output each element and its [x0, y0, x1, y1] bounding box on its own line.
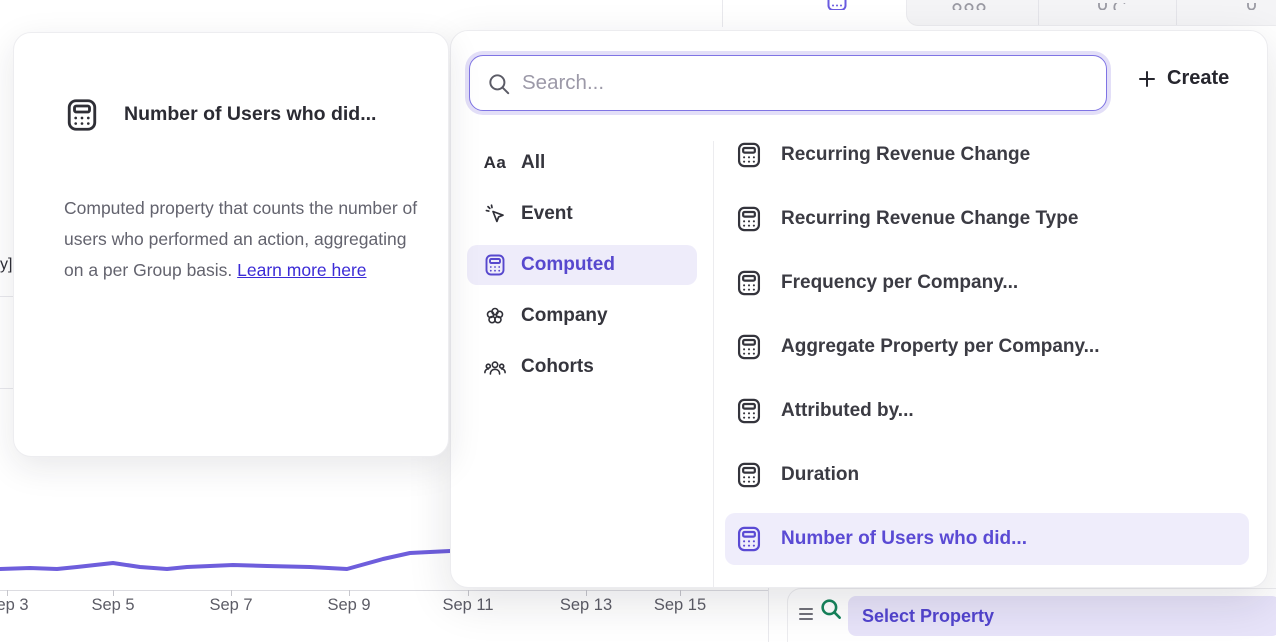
property-list-item[interactable]: Recurring Revenue Change Type	[725, 193, 1249, 245]
category-label: Company	[521, 305, 608, 327]
tooltip-description: Computed property that counts the number…	[64, 193, 420, 286]
category-event[interactable]: Event	[467, 194, 697, 234]
category-label: Cohorts	[521, 356, 594, 378]
text-format-icon: Aa	[483, 151, 507, 175]
background-divider	[0, 388, 14, 389]
background-text-fragment: y]	[0, 256, 12, 274]
search-icon	[818, 596, 844, 627]
screen: y] Sep 3 Sep 5 Sep 7 Sep 9 Sep 11 Sep 13 Sep 1…	[0, 0, 1276, 642]
category-computed[interactable]: Computed	[467, 245, 697, 285]
search-icon	[486, 71, 512, 97]
property-list-item[interactable]: Attributed by...	[725, 385, 1249, 437]
category-company[interactable]: Company	[467, 296, 697, 336]
property-picker-dropdown: Create Aa All Event	[450, 30, 1268, 588]
calculator-icon	[735, 269, 765, 297]
property-list-item[interactable]: Number of Users who did...	[725, 513, 1249, 565]
tab-line-chart[interactable]	[768, 0, 906, 27]
bottom-panel-divider	[768, 588, 769, 642]
calculator-icon	[735, 461, 765, 489]
select-property-button[interactable]: Select Property	[848, 596, 1276, 636]
company-flower-icon	[483, 304, 507, 328]
property-list-item[interactable]: Recurring Revenue Change	[725, 129, 1249, 181]
drag-handle-icon[interactable]	[799, 608, 813, 623]
category-label: Event	[521, 203, 573, 225]
plus-icon	[1137, 69, 1157, 89]
category-cohorts[interactable]: Cohorts	[467, 347, 697, 387]
calculator-icon	[483, 253, 507, 277]
cohorts-people-icon	[483, 355, 507, 379]
learn-more-link[interactable]: Learn more here	[237, 260, 366, 280]
category-list: Aa All Event	[467, 143, 697, 398]
event-click-icon	[483, 202, 507, 226]
x-axis-label: Sep 13	[551, 596, 621, 615]
property-item-label: Attributed by...	[781, 400, 914, 422]
search-input[interactable]	[520, 58, 1084, 108]
tab-divider	[1038, 0, 1039, 25]
create-button[interactable]: Create	[1137, 67, 1229, 90]
x-axis-label: Sep 5	[78, 596, 148, 615]
category-all[interactable]: Aa All	[467, 143, 697, 183]
property-list: Recurring Revenue Change Recurring Reven…	[725, 129, 1249, 577]
search-box	[469, 55, 1107, 111]
property-item-label: Frequency per Company...	[781, 272, 1018, 294]
bar-chart-tab-icon[interactable]	[949, 0, 993, 10]
select-property-row: Select Property	[787, 588, 1276, 642]
line-chart-tab-icon	[824, 0, 854, 10]
property-item-label: Number of Users who did...	[781, 528, 1027, 550]
property-list-item[interactable]: Duration	[725, 449, 1249, 501]
category-label: All	[521, 152, 545, 174]
header-divider	[722, 0, 723, 27]
property-item-label: Aggregate Property per Company...	[781, 336, 1100, 358]
calculator-icon	[735, 525, 765, 553]
x-axis-label: Sep 11	[433, 596, 503, 615]
calculator-icon	[735, 333, 765, 361]
calculator-icon	[735, 205, 765, 233]
category-label: Computed	[521, 254, 615, 276]
line-chart	[0, 520, 470, 595]
x-axis-label: Sep 7	[196, 596, 266, 615]
property-item-label: Recurring Revenue Change Type	[781, 208, 1078, 230]
inactive-tabs-group	[906, 0, 1276, 26]
x-axis-label: Sep 9	[314, 596, 384, 615]
background-divider	[0, 296, 14, 297]
x-axis-label: Sep 3	[0, 596, 42, 615]
property-item-label: Recurring Revenue Change	[781, 144, 1030, 166]
calculator-icon	[64, 97, 100, 138]
property-list-item[interactable]: Aggregate Property per Company...	[725, 321, 1249, 373]
property-tooltip-card: Number of Users who did... Computed prop…	[13, 32, 449, 457]
tooltip-title: Number of Users who did...	[124, 103, 376, 126]
x-axis-line	[0, 590, 768, 591]
tab-divider	[1176, 0, 1177, 25]
dropdown-divider	[713, 141, 714, 587]
create-button-label: Create	[1167, 67, 1229, 90]
retention-curve-tab-icon[interactable]	[1093, 0, 1133, 10]
property-item-label: Duration	[781, 464, 859, 486]
calculator-icon	[735, 397, 765, 425]
x-axis-label: Sep 15	[645, 596, 715, 615]
number-tab-icon[interactable]	[1245, 0, 1259, 10]
top-tab-bar	[0, 0, 1276, 27]
property-list-item[interactable]: Frequency per Company...	[725, 257, 1249, 309]
chart-line	[0, 550, 470, 569]
calculator-icon	[735, 141, 765, 169]
